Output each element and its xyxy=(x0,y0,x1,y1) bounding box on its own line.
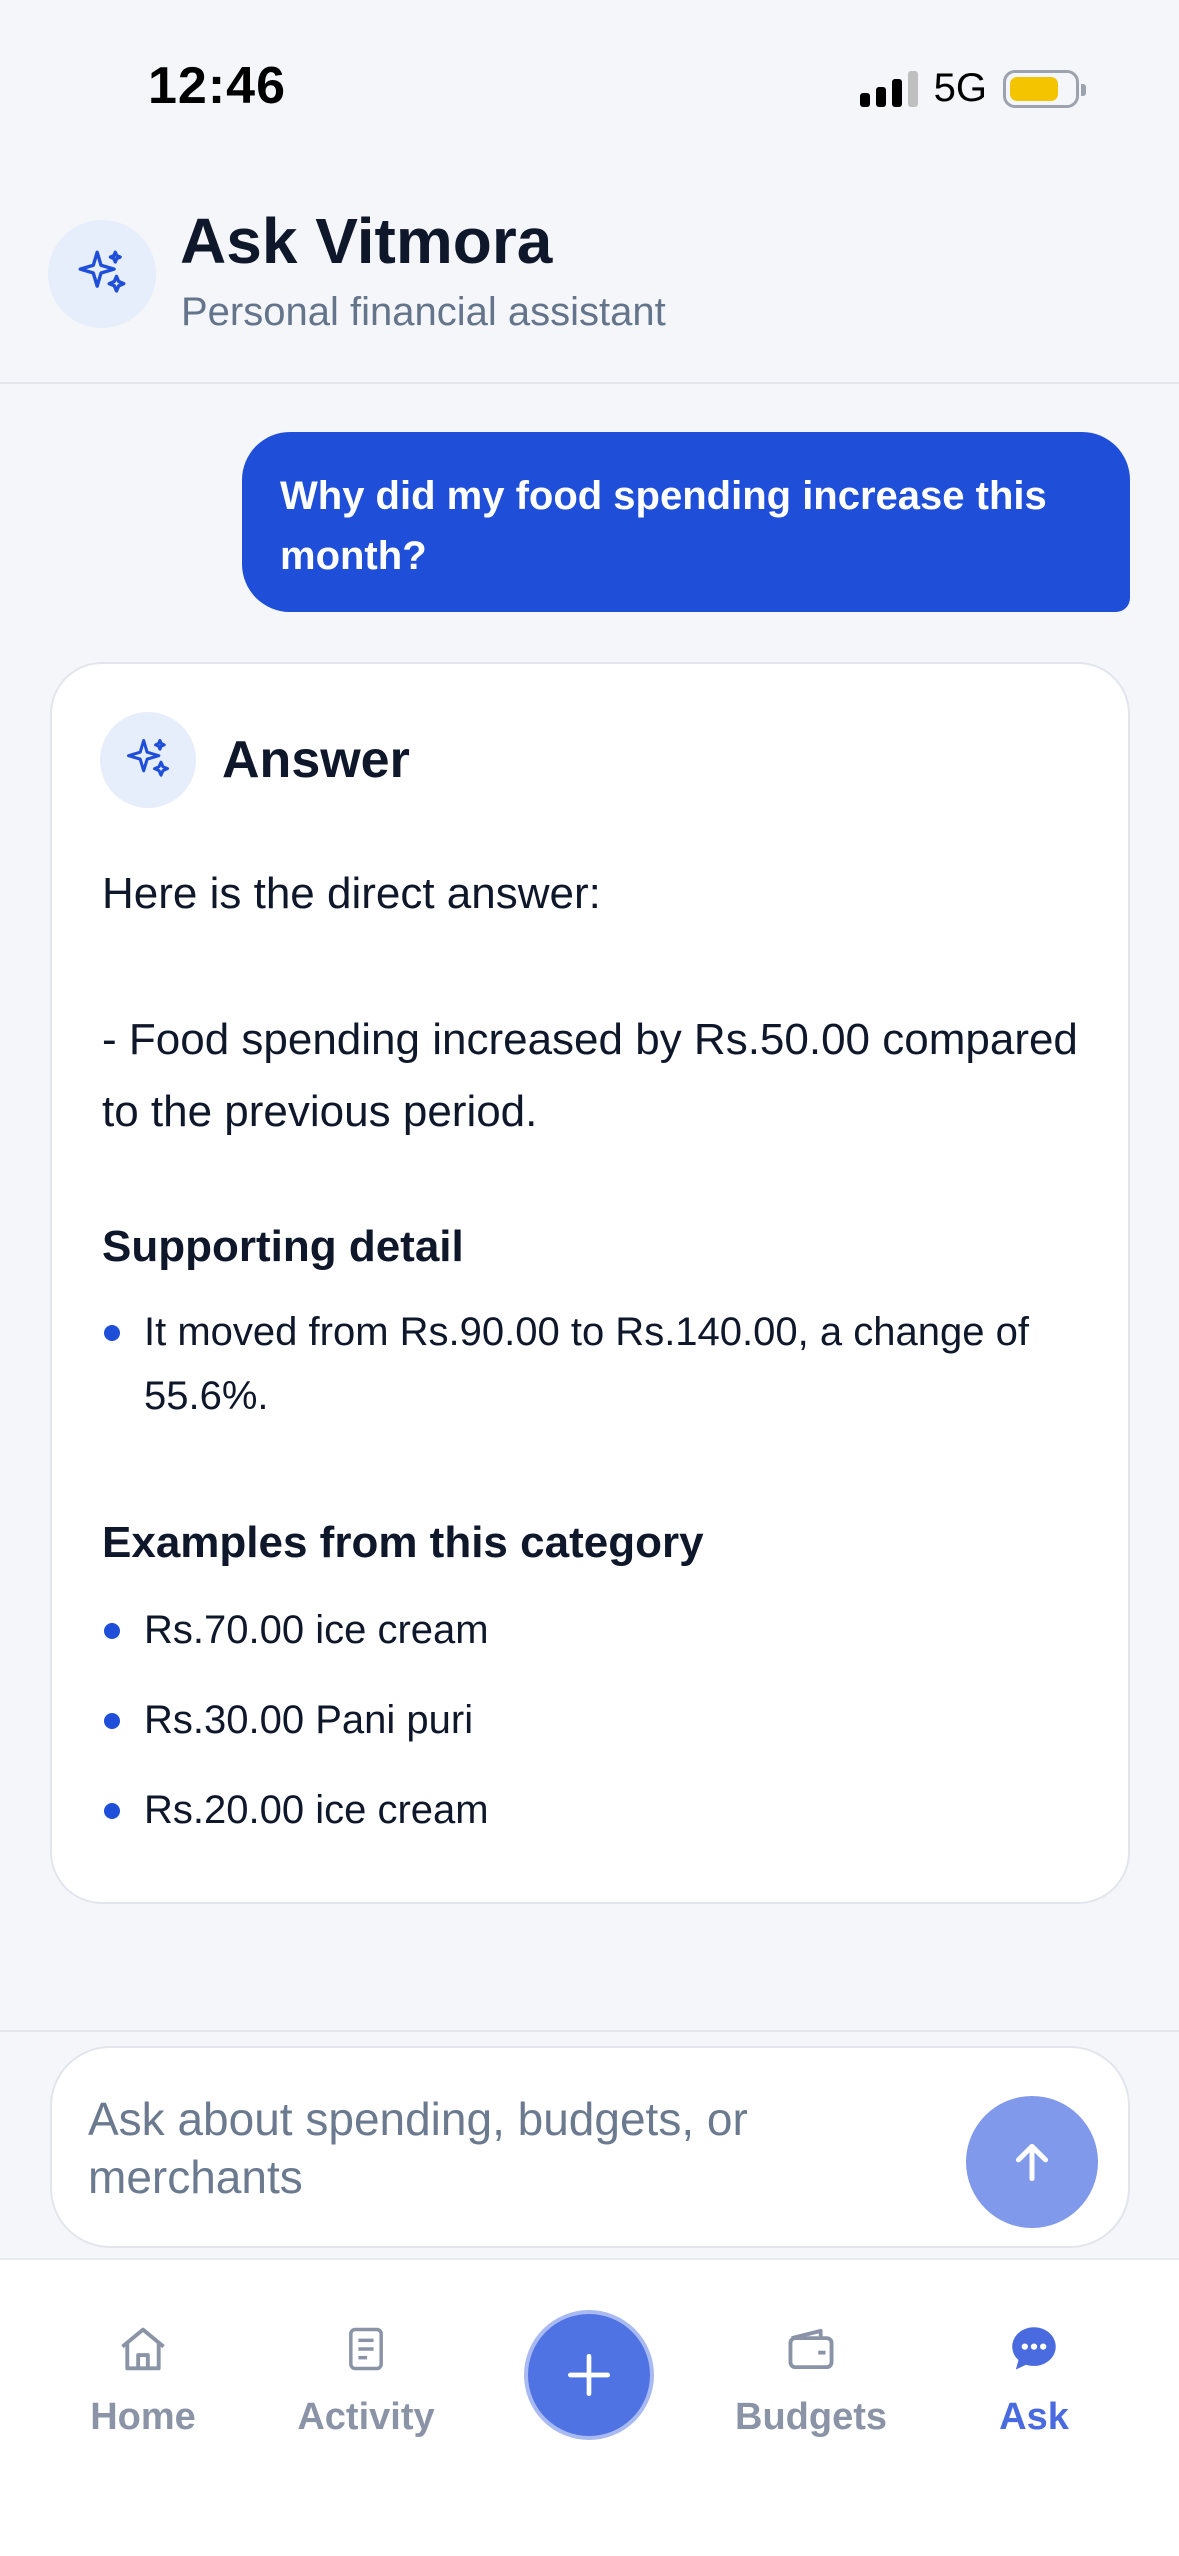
user-message-bubble: Why did my food spending increase this m… xyxy=(242,432,1130,612)
arrow-up-icon xyxy=(1015,2143,1049,2182)
tab-home[interactable]: Home xyxy=(43,2314,243,2464)
page-subtitle: Personal financial assistant xyxy=(181,290,666,334)
battery-icon xyxy=(1003,69,1086,108)
composer xyxy=(50,2046,1130,2248)
chat-bubble-icon xyxy=(1005,2314,1063,2384)
signal-icon xyxy=(859,70,918,107)
add-transaction-button[interactable] xyxy=(524,2310,654,2440)
answer-card: Answer Here is the direct answer: - Food… xyxy=(50,662,1130,1904)
tab-activity[interactable]: Activity xyxy=(266,2314,466,2464)
tab-bar: Home Activity Budgets Ask xyxy=(0,2258,1179,2556)
answer-intro: Here is the direct answer: xyxy=(102,869,601,918)
tab-label: Budgets xyxy=(735,2396,887,2438)
list-item: Rs.30.00 Pani puri xyxy=(102,1688,1082,1752)
network-label: 5G xyxy=(933,66,987,110)
chat-header: Ask Vitmora Personal financial assistant xyxy=(0,190,1179,384)
supporting-detail-list: It moved from Rs.90.00 to Rs.140.00, a c… xyxy=(102,1300,1082,1428)
tab-budgets[interactable]: Budgets xyxy=(711,2314,911,2464)
tab-ask[interactable]: Ask xyxy=(934,2314,1134,2464)
sparkles-icon xyxy=(100,712,196,808)
tab-label: Ask xyxy=(999,2396,1069,2438)
plus-icon xyxy=(568,2354,610,2396)
list-item-text: Rs.70.00 ice cream xyxy=(144,1608,489,1652)
tab-label: Activity xyxy=(297,2396,435,2438)
message-input[interactable] xyxy=(88,2090,808,2210)
composer-area xyxy=(0,2030,1179,2258)
list-item: It moved from Rs.90.00 to Rs.140.00, a c… xyxy=(102,1300,1082,1428)
supporting-detail-heading: Supporting detail xyxy=(102,1222,464,1271)
list-item: Rs.70.00 ice cream xyxy=(102,1598,1082,1662)
send-button[interactable] xyxy=(966,2096,1098,2228)
status-bar: 12:46 5G xyxy=(0,0,1179,170)
wallet-icon xyxy=(782,2314,840,2384)
list-item: Rs.20.00 ice cream xyxy=(102,1778,1082,1842)
examples-heading: Examples from this category xyxy=(102,1518,704,1567)
sparkles-icon xyxy=(48,220,156,328)
answer-title: Answer xyxy=(222,731,410,789)
status-time: 12:46 xyxy=(148,57,286,115)
list-item-text: It moved from Rs.90.00 to Rs.140.00, a c… xyxy=(144,1310,1029,1418)
document-icon xyxy=(340,2314,392,2384)
examples-list: Rs.70.00 ice cream Rs.30.00 Pani puri Rs… xyxy=(102,1598,1082,1842)
home-icon xyxy=(114,2314,172,2384)
list-item-text: Rs.20.00 ice cream xyxy=(144,1788,489,1832)
answer-summary: - Food spending increased by Rs.50.00 co… xyxy=(102,1015,1078,1136)
status-indicators: 5G xyxy=(859,66,1086,111)
list-item-text: Rs.30.00 Pani puri xyxy=(144,1698,474,1742)
page-title: Ask Vitmora xyxy=(180,205,553,277)
tab-label: Home xyxy=(90,2396,196,2438)
